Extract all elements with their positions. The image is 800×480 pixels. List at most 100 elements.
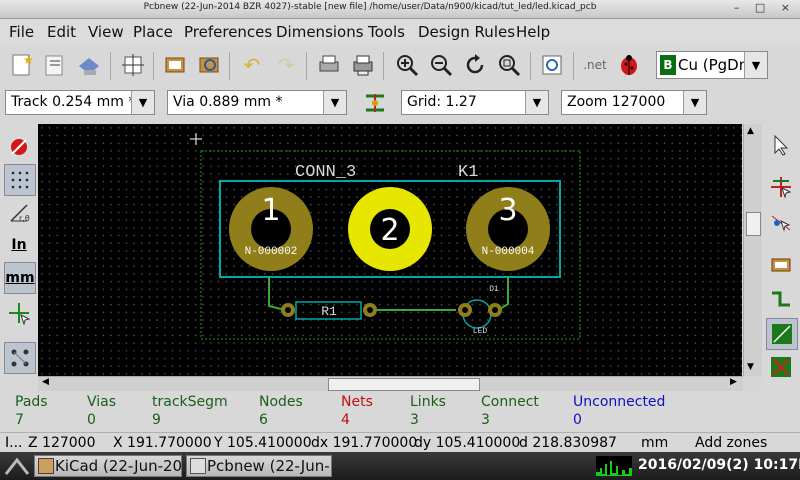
- highlight-net-icon[interactable]: [766, 172, 796, 202]
- taskbar-item-kicad[interactable]: KiCad (22-Jun-20...: [34, 455, 182, 477]
- redo-icon[interactable]: ↷: [271, 50, 301, 80]
- status-value-links: 3: [410, 412, 419, 428]
- scroll-left-icon[interactable]: ◀: [42, 377, 49, 387]
- menu-help[interactable]: Help: [516, 23, 550, 41]
- menu-tools[interactable]: Tools: [368, 23, 405, 41]
- status-label-unconnected: Unconnected: [573, 394, 666, 410]
- open-board-icon[interactable]: [40, 50, 70, 80]
- scroll-up-icon[interactable]: ▲: [747, 126, 754, 136]
- module-value-text: K1: [458, 163, 478, 182]
- menu-dimensions[interactable]: Dimensions: [276, 23, 364, 41]
- status-label-vias: Vias: [87, 394, 117, 410]
- vertical-scrollbar[interactable]: ▲ ▼: [743, 124, 762, 376]
- save-board-icon[interactable]: [74, 50, 104, 80]
- start-menu-icon[interactable]: [4, 456, 30, 480]
- cursor-crosshair: [190, 133, 202, 145]
- right-toolbar: [762, 122, 800, 390]
- read-netlist-icon[interactable]: .net: [580, 50, 610, 80]
- mm-label: mm: [5, 270, 35, 286]
- status-value-connect: 3: [481, 412, 490, 428]
- pad-1-number: 1: [261, 193, 280, 228]
- taskbar-item-pcbnew[interactable]: Pcbnew (22-Jun-...: [186, 455, 332, 477]
- vertical-scroll-thumb[interactable]: [746, 212, 761, 236]
- status-value-pads: 7: [15, 412, 24, 428]
- drc-ladybug-icon[interactable]: [614, 50, 644, 80]
- menu-edit[interactable]: Edit: [47, 23, 76, 41]
- grid-toggle-icon[interactable]: [4, 164, 36, 196]
- distance-readout: d 218.830987: [519, 435, 617, 451]
- redraw-icon[interactable]: [460, 50, 490, 80]
- taskbar-item-label: KiCad (22-Jun-20...: [55, 457, 182, 475]
- resistor-label: R1: [321, 304, 337, 319]
- menu-file[interactable]: File: [9, 23, 34, 41]
- keepout-zone-icon[interactable]: [766, 352, 796, 382]
- cursor-shape-icon[interactable]: [4, 298, 34, 328]
- mode-readout: Add zones: [695, 435, 768, 451]
- led-pad-right[interactable]: [488, 303, 502, 317]
- local-ratsnest-icon[interactable]: [766, 208, 796, 238]
- taskbar-item-label: Pcbnew (22-Jun-...: [207, 457, 332, 475]
- x-readout: X 191.770000: [113, 435, 212, 451]
- menu-preferences[interactable]: Preferences: [184, 23, 272, 41]
- add-module-icon[interactable]: [766, 250, 796, 280]
- add-track-icon[interactable]: [766, 284, 796, 314]
- title-bar: Pcbnew (22-Jun-2014 BZR 4027)-stable [ne…: [0, 0, 800, 19]
- grid-select[interactable]: Grid: 1.27 ▼: [401, 90, 549, 115]
- status-panel: Pads 7 Vias 0 trackSegm 9 Nodes 6 Nets 4…: [0, 391, 800, 431]
- track-width-value: Track 0.254 mm *: [11, 94, 136, 110]
- zoom-readout: Z 127000: [28, 435, 96, 451]
- via-size-select[interactable]: Via 0.889 mm * ▼: [167, 90, 347, 115]
- zoom-fit-icon[interactable]: [494, 50, 524, 80]
- drc-off-icon[interactable]: [4, 132, 34, 162]
- chevron-down-icon[interactable]: ▼: [131, 91, 154, 114]
- plot-icon[interactable]: [348, 50, 378, 80]
- module-editor-icon[interactable]: [160, 50, 190, 80]
- grid-value: Grid: 1.27: [407, 94, 477, 110]
- pad-3-number: 3: [498, 193, 517, 228]
- chevron-down-icon[interactable]: ▼: [525, 91, 548, 114]
- window-controls[interactable]: – □ ×: [734, 1, 796, 14]
- zoom-select[interactable]: Zoom 127000 ▼: [561, 90, 707, 115]
- select-arrow-icon[interactable]: [766, 130, 796, 160]
- find-icon[interactable]: [537, 50, 567, 80]
- polar-coords-icon[interactable]: r,θ: [4, 198, 34, 228]
- add-zones-icon[interactable]: [766, 318, 798, 350]
- units-readout: mm: [641, 435, 669, 451]
- menu-bar: File Edit View Place Preferences Dimensi…: [0, 19, 800, 44]
- resistor-pad-right[interactable]: [363, 303, 377, 317]
- page-settings-icon[interactable]: [118, 50, 148, 80]
- auto-track-width-icon[interactable]: [360, 88, 390, 118]
- status-value-tracksegm: 9: [152, 412, 161, 428]
- layer-select[interactable]: B Cu (PgDn) ▼: [656, 51, 768, 79]
- status-label-pads: Pads: [15, 394, 48, 410]
- scroll-down-icon[interactable]: ▼: [747, 362, 754, 372]
- undo-icon[interactable]: ↶: [237, 50, 267, 80]
- chevron-down-icon[interactable]: ▼: [744, 52, 767, 78]
- status-label-nets: Nets: [341, 394, 373, 410]
- dx-readout: dx 191.770000: [311, 435, 418, 451]
- status-label-nodes: Nodes: [259, 394, 303, 410]
- menu-place[interactable]: Place: [133, 23, 173, 41]
- led-pad-left[interactable]: [458, 303, 472, 317]
- cpu-monitor-icon: [596, 456, 632, 476]
- module-viewer-icon[interactable]: [194, 50, 224, 80]
- ratsnest-icon[interactable]: [4, 342, 36, 374]
- status-label-connect: Connect: [481, 394, 539, 410]
- menu-view[interactable]: View: [88, 23, 124, 41]
- status-label-tracksegm: trackSegm: [152, 394, 228, 410]
- pcb-canvas[interactable]: CONN_3 K1 1 2 3 N-000002 N-000004 R1 D1 …: [38, 124, 742, 376]
- units-inch-toggle[interactable]: In: [4, 230, 34, 260]
- zoom-out-icon[interactable]: [426, 50, 456, 80]
- chevron-down-icon[interactable]: ▼: [683, 91, 706, 114]
- horizontal-scrollbar[interactable]: ◀ ▶: [38, 376, 743, 391]
- new-board-icon[interactable]: ★: [6, 50, 36, 80]
- print-icon[interactable]: [314, 50, 344, 80]
- chevron-down-icon[interactable]: ▼: [323, 91, 346, 114]
- horizontal-scroll-thumb[interactable]: [328, 378, 480, 391]
- menu-design-rules[interactable]: Design Rules: [418, 23, 515, 41]
- units-mm-toggle[interactable]: mm: [4, 262, 36, 294]
- scroll-right-icon[interactable]: ▶: [730, 377, 737, 387]
- zoom-in-icon[interactable]: [392, 50, 422, 80]
- resistor-pad-left[interactable]: [281, 303, 295, 317]
- track-width-select[interactable]: Track 0.254 mm * ▼: [5, 90, 155, 115]
